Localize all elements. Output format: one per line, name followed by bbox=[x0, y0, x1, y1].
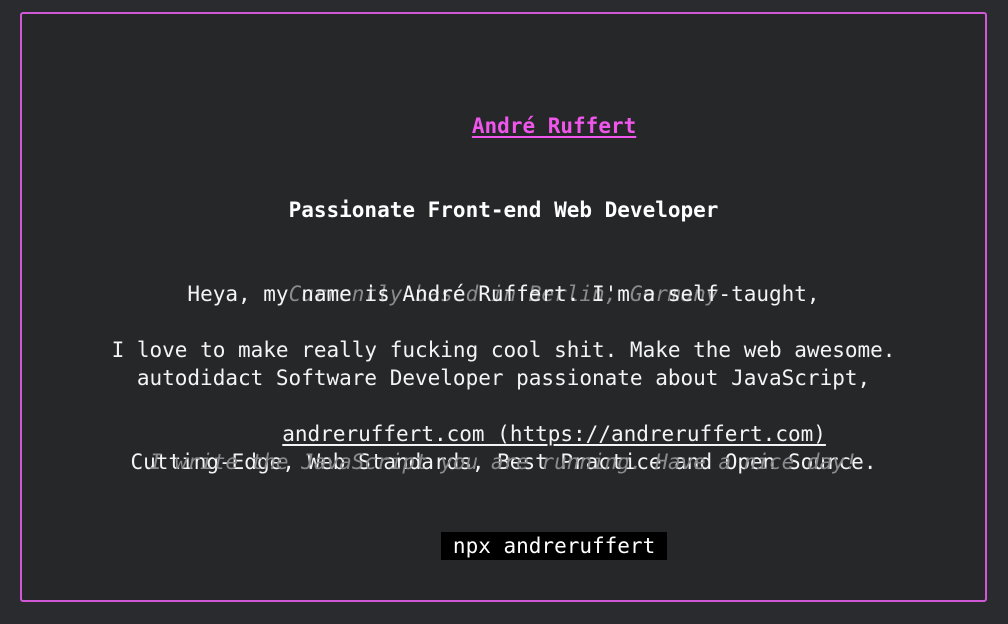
terminal-window: André Ruffert Passionate Front-end Web D… bbox=[0, 0, 1008, 624]
love-text: I love to make really fucking cool shit.… bbox=[111, 338, 896, 362]
role-text: Passionate Front-end Web Developer bbox=[288, 198, 719, 222]
name-heading: André Ruffert bbox=[22, 84, 985, 138]
npx-command[interactable]: npx andreruffert bbox=[440, 532, 668, 560]
tagline-text: I write the JavaScript you are running. … bbox=[149, 450, 858, 474]
card-content: André Ruffert Passionate Front-end Web D… bbox=[22, 14, 985, 560]
bio-paragraph: Heya, my name is André Ruffert. I'm a se… bbox=[22, 224, 985, 532]
bio-line: Heya, my name is André Ruffert. I'm a se… bbox=[187, 282, 820, 306]
business-card: André Ruffert Passionate Front-end Web D… bbox=[20, 12, 987, 602]
website-link[interactable]: andreruffert.com (https://andreruffert.c… bbox=[282, 422, 826, 446]
bio-line: autodidact Software Developer passionate… bbox=[136, 366, 871, 390]
name-link[interactable]: André Ruffert bbox=[472, 114, 636, 138]
command-row: npx andreruffert bbox=[22, 504, 985, 560]
website-row: andreruffert.com (https://andreruffert.c… bbox=[22, 392, 985, 446]
